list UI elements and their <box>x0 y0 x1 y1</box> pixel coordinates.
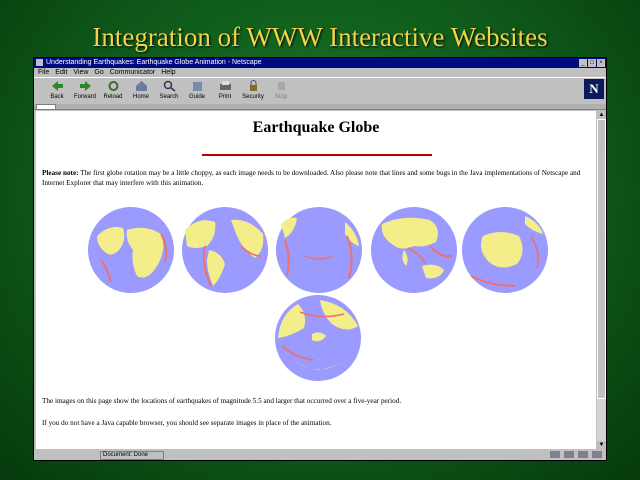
fallback-text: If you do not have a Java capable browse… <box>42 419 332 427</box>
globe-frame-2 <box>182 207 268 293</box>
reload-button[interactable]: Reload <box>100 80 126 100</box>
note-paragraph: Please note: The first globe rotation ma… <box>42 168 590 188</box>
print-button[interactable]: Print <box>212 80 238 100</box>
reload-icon <box>108 81 118 91</box>
back-arrow-icon <box>51 81 63 91</box>
note-text: The first globe rotation may be a little… <box>42 169 581 187</box>
guide-icon <box>192 82 202 91</box>
scroll-up-arrow-icon[interactable]: ▲ <box>597 111 606 119</box>
page-heading: Earthquake Globe <box>252 119 380 136</box>
menu-edit[interactable]: Edit <box>55 68 67 77</box>
stop-icon <box>277 82 285 90</box>
vertical-scrollbar[interactable]: ▲ ▼ <box>597 111 606 449</box>
bookmarks-button[interactable] <box>36 104 56 110</box>
menu-communicator[interactable]: Communicator <box>110 68 156 77</box>
globe-frame-4 <box>371 207 457 293</box>
title-bar: Understanding Earthquakes: Earthquake Gl… <box>34 58 606 68</box>
forward-button[interactable]: Forward <box>72 80 98 100</box>
guide-button[interactable]: Guide <box>184 80 210 100</box>
navigation-toolbar: Back Forward Reload Home Search Guide Pr… <box>34 77 606 105</box>
status-bar: Document: Done <box>34 450 606 460</box>
menu-bar: File Edit View Go Communicator Help <box>34 68 606 77</box>
globe-frame-5 <box>462 207 548 293</box>
scroll-thumb[interactable] <box>597 119 606 399</box>
composer-icon[interactable] <box>578 451 588 458</box>
stop-button[interactable]: Stop <box>268 80 294 100</box>
security-button[interactable]: Security <box>240 80 266 100</box>
home-button[interactable]: Home <box>128 80 154 100</box>
component-icon[interactable] <box>550 451 560 458</box>
search-button[interactable]: Search <box>156 80 182 100</box>
globe-frame-6 <box>275 295 361 381</box>
scroll-down-arrow-icon[interactable]: ▼ <box>597 441 606 449</box>
globe-frame-1 <box>88 207 174 293</box>
slide-title: Integration of WWW Interactive Websites <box>92 22 548 52</box>
netscape-logo: N <box>584 79 604 99</box>
netscape-app-icon <box>36 59 43 66</box>
printer-icon <box>219 81 231 90</box>
minimize-button[interactable]: _ <box>579 59 587 67</box>
globe-frame-3 <box>276 207 362 293</box>
forward-arrow-icon <box>79 81 91 91</box>
status-text: Document: Done <box>100 451 164 460</box>
caption-text: The images on this page show the locatio… <box>42 397 402 405</box>
location-bar <box>34 104 606 110</box>
lock-icon <box>249 80 257 91</box>
menu-view[interactable]: View <box>73 68 88 77</box>
mail-icon[interactable] <box>564 451 574 458</box>
home-icon <box>135 81 147 91</box>
menu-file[interactable]: File <box>38 68 49 77</box>
browser-window: Understanding Earthquakes: Earthquake Gl… <box>33 57 607 461</box>
window-title: Understanding Earthquakes: Earthquake Gl… <box>46 59 262 66</box>
note-label: Please note: <box>42 169 79 177</box>
menu-help[interactable]: Help <box>161 68 175 77</box>
search-icon <box>163 80 175 92</box>
back-button[interactable]: Back <box>44 80 70 100</box>
close-button[interactable]: × <box>597 59 605 67</box>
menu-go[interactable]: Go <box>94 68 103 77</box>
maximize-button[interactable]: □ <box>588 59 596 67</box>
page-content: Earthquake Globe Please note: The first … <box>36 111 596 449</box>
heading-divider <box>202 154 432 156</box>
edit-icon[interactable] <box>592 451 602 458</box>
